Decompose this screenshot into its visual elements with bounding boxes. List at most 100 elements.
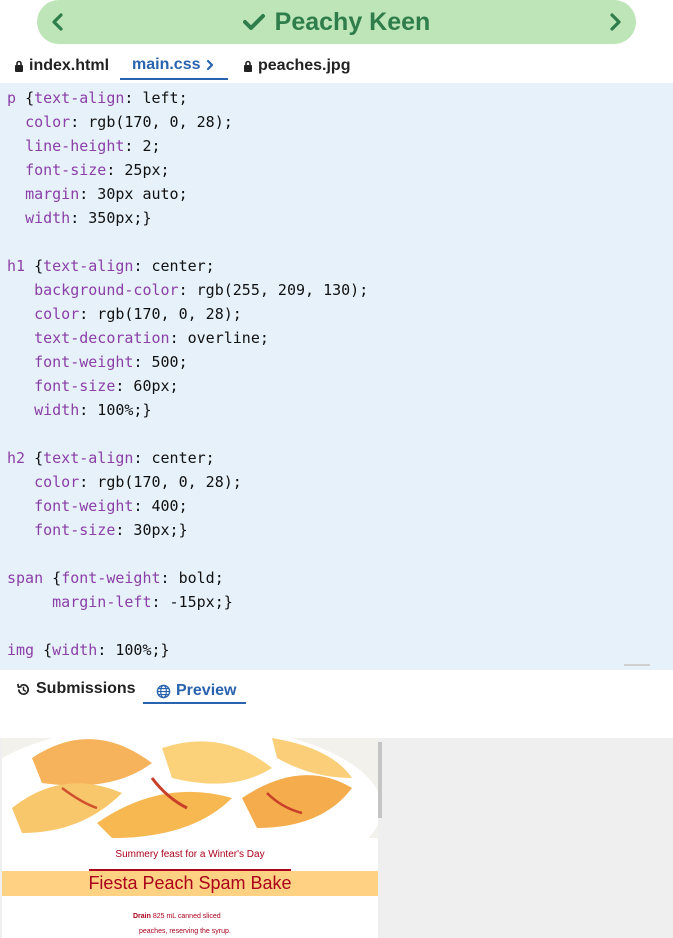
css-value — [7, 329, 34, 347]
css-value — [7, 161, 25, 179]
tab-label: main.css — [132, 56, 201, 73]
preview-text-line1: 825 mL canned sliced — [150, 913, 221, 920]
css-value — [7, 185, 25, 203]
code-line: color: rgb(170, 0, 28); — [7, 110, 233, 134]
chevron-left-icon — [52, 13, 63, 31]
file-tabs: index.html main.css peaches.jpg — [0, 46, 673, 82]
code-line: font-size: 60px; — [7, 374, 179, 398]
peaches-image — [2, 738, 378, 893]
css-property: font-weight — [61, 569, 161, 587]
chevron-right-icon — [610, 13, 621, 31]
page-title: Peachy Keen — [274, 7, 431, 36]
code-line: background-color: rgb(255, 209, 130); — [7, 278, 368, 302]
css-property: margin — [25, 185, 80, 203]
tab-label: index.html — [29, 57, 110, 74]
code-line: h2 {text-align: center; — [7, 446, 215, 470]
css-selector: img — [7, 641, 44, 659]
preview-heading: Fiesta Peach Spam Bake — [2, 871, 378, 896]
history-icon — [17, 683, 30, 695]
code-line: font-size: 25px; — [7, 158, 170, 182]
css-value: : 500; — [133, 353, 188, 371]
css-value — [7, 113, 25, 131]
css-value: : 100%;} — [79, 401, 152, 419]
title-group: Peachy Keen — [242, 7, 431, 37]
lock-icon — [15, 60, 23, 72]
css-property: font-size — [34, 521, 116, 539]
code-line: line-height: 2; — [7, 134, 160, 158]
css-property: line-height — [25, 137, 125, 155]
css-value: : rgb(170, 0, 28); — [79, 473, 242, 491]
css-value: : 60px; — [115, 377, 179, 395]
tab-peaches-jpg[interactable]: peaches.jpg — [243, 52, 350, 80]
code-line: font-size: 30px;} — [7, 518, 188, 542]
css-value: : rgb(255, 209, 130); — [178, 281, 369, 299]
css-value: : left; — [124, 89, 188, 107]
css-value — [7, 377, 34, 395]
css-property: text-decoration — [34, 329, 170, 347]
css-value: : center; — [133, 257, 215, 275]
preview-bold-word: Drain — [133, 913, 151, 920]
css-value — [7, 521, 34, 539]
css-value: : rgb(170, 0, 28); — [79, 305, 242, 323]
lock-icon — [244, 60, 252, 72]
tab-submissions[interactable]: Submissions — [16, 680, 136, 698]
css-property: color — [25, 113, 71, 131]
css-property: width — [52, 641, 98, 659]
previous-button[interactable] — [45, 9, 69, 35]
css-value: : 25px; — [106, 161, 170, 179]
css-value: : 30px auto; — [79, 185, 188, 203]
css-value: { — [34, 449, 44, 467]
css-selector: h1 — [7, 257, 35, 275]
preview-paragraph: Drain 825 mL canned sliced peaches, reser… — [133, 909, 293, 938]
panel-tabs: Submissions Preview — [0, 670, 673, 706]
css-value — [7, 137, 25, 155]
preview-scrollbar[interactable] — [378, 742, 382, 818]
css-value — [7, 209, 25, 227]
next-button[interactable] — [604, 9, 628, 35]
css-value — [7, 305, 34, 323]
css-value: : 30px;} — [115, 521, 188, 539]
code-line: h1 {text-align: center; — [7, 254, 215, 278]
preview-subtitle: Summery feast for a Winter's Day — [115, 849, 265, 860]
tab-index-html[interactable]: index.html — [14, 52, 109, 80]
css-property: margin-left — [52, 593, 152, 611]
code-line: margin: 30px auto; — [7, 182, 188, 206]
css-value — [7, 497, 34, 515]
css-value — [7, 353, 34, 371]
code-line: color: rgb(170, 0, 28); — [7, 470, 242, 494]
css-value: : -15px;} — [151, 593, 233, 611]
css-property: background-color — [34, 281, 179, 299]
code-line: font-weight: 500; — [7, 350, 188, 374]
css-property: color — [34, 305, 80, 323]
title-bar: Peachy Keen — [37, 0, 636, 44]
css-selector: p — [7, 89, 26, 107]
code-line: span {font-weight: bold; — [7, 566, 224, 590]
tab-label: peaches.jpg — [258, 57, 351, 74]
tab-main-css[interactable]: main.css — [120, 52, 228, 80]
css-value: { — [43, 641, 53, 659]
code-line: margin-left: -15px;} — [7, 590, 233, 614]
editor-scrollbar[interactable] — [624, 664, 650, 666]
globe-icon — [156, 684, 171, 698]
css-value — [7, 473, 34, 491]
css-value: { — [52, 569, 62, 587]
code-editor[interactable]: p {text-align: left; color: rgb(170, 0, … — [0, 83, 673, 670]
css-property: font-size — [34, 377, 116, 395]
css-value: : overline; — [169, 329, 269, 347]
css-property: text-align — [34, 89, 125, 107]
tab-label: Submissions — [36, 680, 136, 697]
css-property: width — [25, 209, 71, 227]
css-value — [7, 593, 52, 611]
css-selector: span — [7, 569, 53, 587]
css-value: : bold; — [160, 569, 224, 587]
preview-frame[interactable]: Summery feast for a Winter's Day Fiesta … — [2, 738, 378, 938]
tab-preview[interactable]: Preview — [143, 680, 246, 704]
css-property: font-size — [25, 161, 107, 179]
css-value: { — [34, 257, 44, 275]
css-value — [7, 401, 34, 419]
code-line: width: 350px;} — [7, 206, 152, 230]
code-line: color: rgb(170, 0, 28); — [7, 302, 242, 326]
css-value: : 350px;} — [70, 209, 152, 227]
code-line: font-weight: 400; — [7, 494, 188, 518]
css-value: { — [25, 89, 35, 107]
